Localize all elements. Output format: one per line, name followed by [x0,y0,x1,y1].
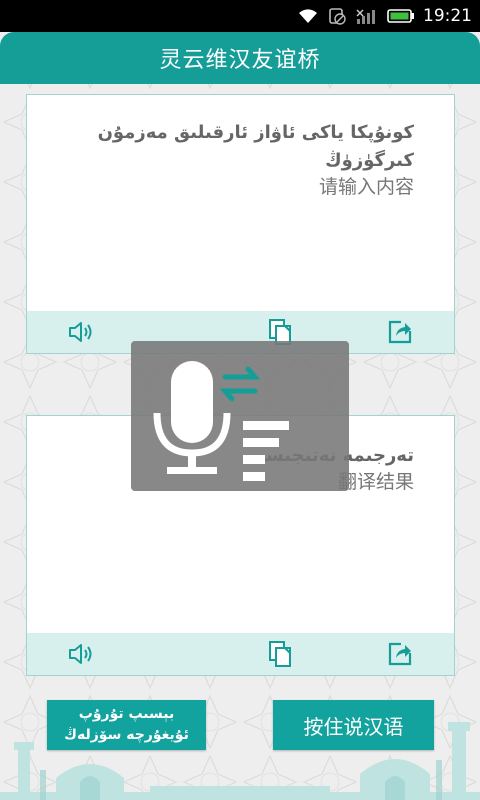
share-icon [388,642,412,666]
share-icon [388,320,412,344]
signal-icon [356,9,375,24]
voice-translate-overlay [131,341,349,491]
microphone-icon [153,361,231,474]
input-share-button[interactable] [385,317,415,347]
voice-overlay-graphic [153,361,289,481]
battery-icon [387,9,414,23]
input-placeholder[interactable]: كونۇپكا ياكى ئاۋاز ئارقىلىق مەزمۇن كىرگۈ… [98,119,414,199]
output-toolbar [27,633,454,675]
input-hint-chinese: 请输入内容 [318,176,414,198]
input-hint-uyghur-line1: كونۇپكا ياكى ئاۋاز ئارقىلىق مەزمۇن [97,122,414,143]
title-bar: 灵云维汉友谊桥 [0,32,480,84]
sim-blocked-icon [329,8,346,25]
chinese-button-label: 按住说汉语 [303,714,404,739]
page-title: 灵云维汉友谊桥 [159,48,321,73]
text-lines-icon [243,421,289,481]
hold-speak-uyghur-button[interactable]: بېسىپ تۇرۇپ ئۇيغۇرچە سۆزلەڭ [47,700,206,750]
status-time: 19:21 [423,6,472,26]
output-share-button[interactable] [385,639,415,669]
swap-arrows-icon [219,366,261,402]
app-screen: 灵云维汉友谊桥 كونۇپكا ياكى ئاۋاز ئارقىلىق مەزم… [0,32,480,800]
status-bar: 19:21 [0,0,480,32]
hold-speak-chinese-button[interactable]: 按住说汉语 [273,700,434,750]
speaker-icon [69,322,92,342]
output-speak-button[interactable] [67,639,97,669]
copy-icon [269,641,291,667]
wifi-icon [299,9,317,23]
status-icons: 19:21 [297,4,472,28]
input-panel[interactable]: كونۇپكا ياكى ئاۋاز ئارقىلىق مەزمۇن كىرگۈ… [26,94,455,354]
output-copy-button[interactable] [265,639,295,669]
uyghur-button-line1: بېسىپ تۇرۇپ [78,706,175,722]
uyghur-button-line2: ئۇيغۇرچە سۆزلەڭ [64,727,189,743]
input-hint-uyghur-line2: كىرگۈزۈڭ [325,150,414,171]
speaker-icon [69,644,92,664]
input-speak-button[interactable] [67,317,97,347]
